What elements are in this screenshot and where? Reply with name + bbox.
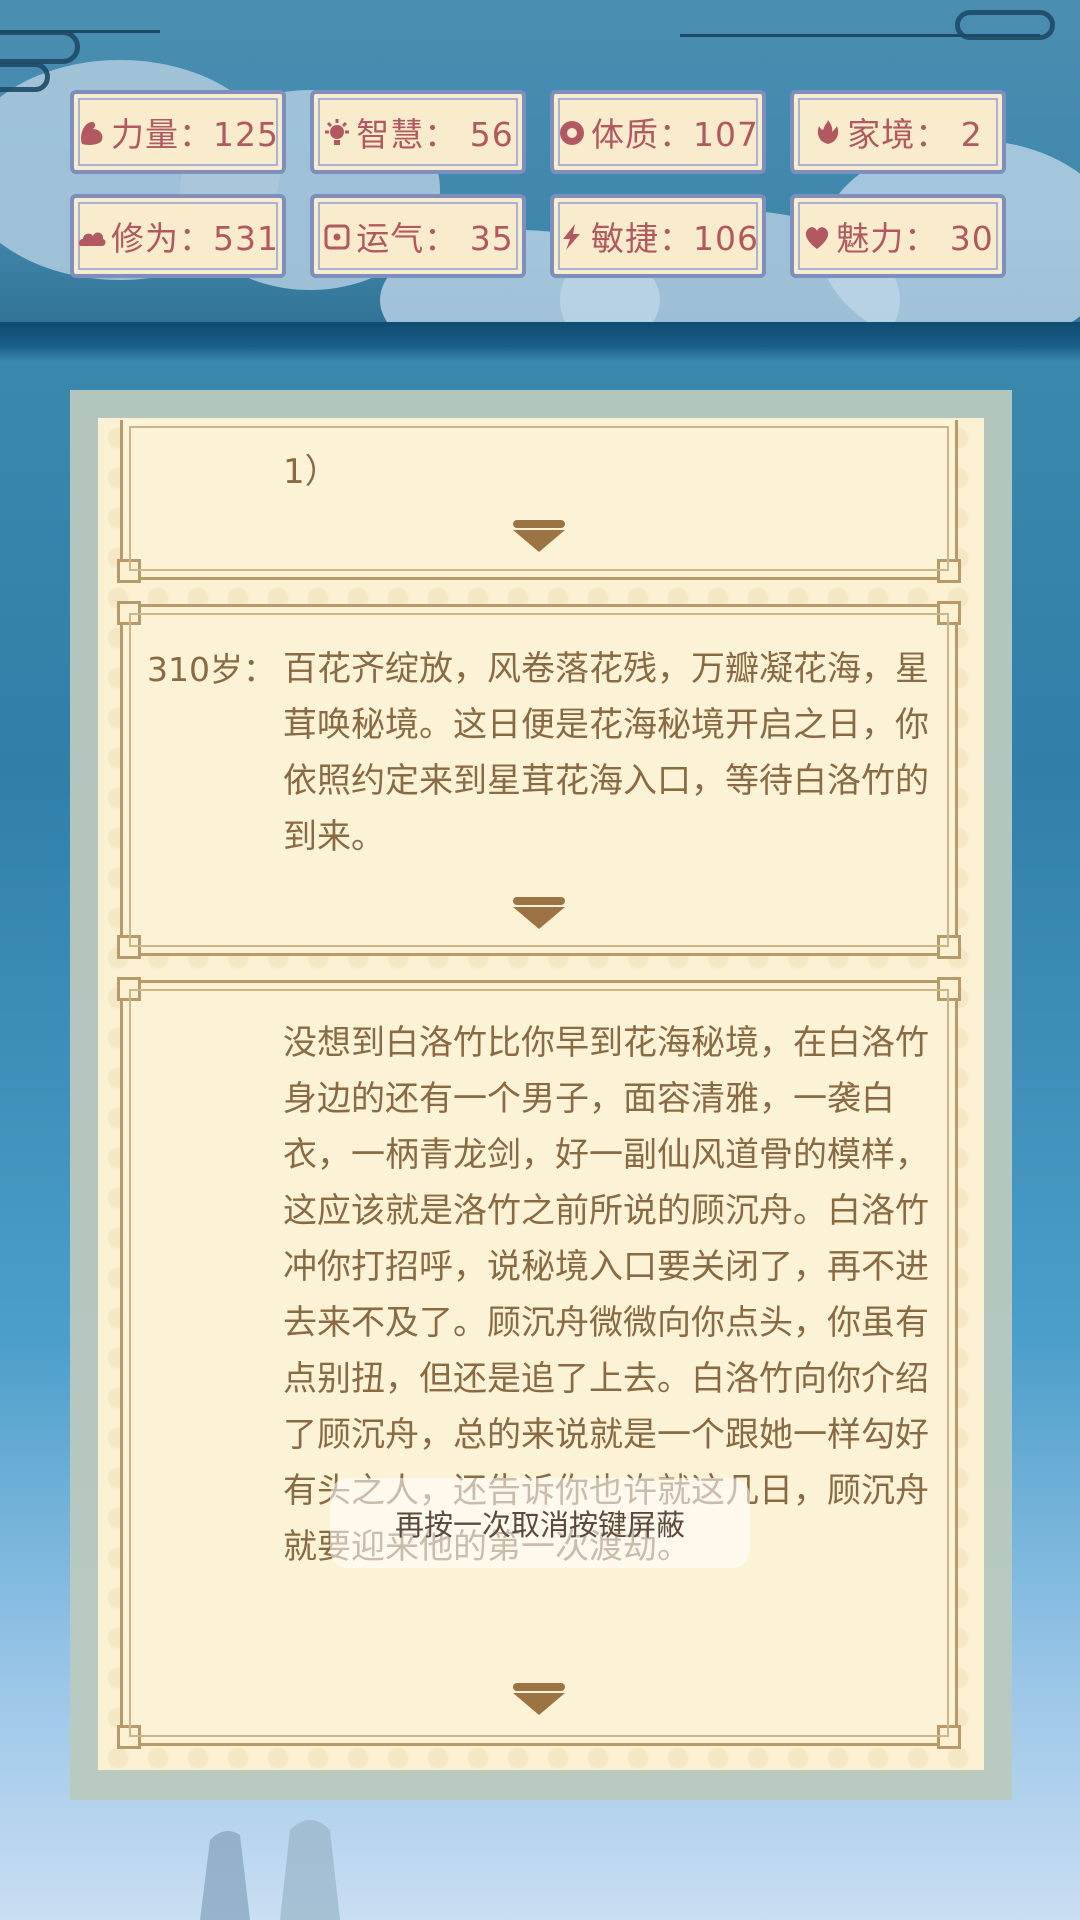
stat-label: 敏捷：106 — [591, 219, 759, 258]
mountain-decoration — [200, 1820, 340, 1920]
stat-luck: 运气： 35 — [310, 194, 526, 278]
event-card[interactable]: 没想到白洛竹比你早到花海秘境，在白洛竹身边的还有一个男子，面容清雅，一袭白衣，一… — [117, 977, 961, 1749]
stat-label: 运气： 35 — [356, 219, 514, 258]
ink-strip — [0, 322, 1080, 362]
stat-agility: 敏捷：106 — [550, 194, 766, 278]
toast-text: 再按一次取消按键屏蔽 — [394, 1508, 685, 1542]
stat-label: 力量：125 — [111, 115, 279, 154]
stat-constitution: 体质：107 — [550, 90, 766, 174]
corner-ornament — [937, 1725, 961, 1749]
corner-ornament — [117, 1725, 141, 1749]
stat-family: 家境： 2 — [790, 90, 1006, 174]
strength-icon — [77, 117, 107, 147]
swirl-decoration — [0, 62, 50, 92]
stat-cultivation: 修为：531 — [70, 194, 286, 278]
corner-ornament — [937, 935, 961, 959]
corner-ornament — [117, 559, 141, 583]
event-card[interactable]: 1） — [117, 420, 961, 583]
toast-message: 再按一次取消按键屏蔽 — [330, 1478, 750, 1568]
event-card[interactable]: 310岁： 百花齐绽放，风卷落花残，万瓣凝花海，星茸唤秘境。这日便是花海秘境开启… — [117, 601, 961, 959]
corner-ornament — [117, 977, 141, 1001]
wisdom-icon — [322, 117, 352, 147]
family-icon — [813, 117, 843, 147]
stat-label: 智慧： 56 — [356, 115, 514, 154]
stat-wisdom: 智慧： 56 — [310, 90, 526, 174]
cultivation-icon — [77, 221, 107, 251]
corner-ornament — [937, 601, 961, 625]
expand-arrow-icon[interactable] — [513, 897, 565, 929]
swirl-decoration — [0, 30, 80, 64]
stat-label: 修为：531 — [111, 219, 279, 258]
corner-ornament — [117, 601, 141, 625]
constitution-icon — [557, 117, 587, 147]
event-age: 310岁： — [147, 650, 276, 689]
luck-icon — [322, 221, 352, 251]
expand-arrow-icon[interactable] — [513, 520, 565, 552]
event-text: 1） — [283, 452, 339, 492]
line-decoration — [0, 30, 160, 33]
stat-charm: 魅力： 30 — [790, 194, 1006, 278]
corner-ornament — [937, 559, 961, 583]
stat-label: 体质：107 — [591, 115, 759, 154]
line-decoration — [680, 34, 1040, 37]
corner-ornament — [937, 977, 961, 1001]
charm-icon — [802, 221, 832, 251]
corner-ornament — [117, 935, 141, 959]
expand-arrow-icon[interactable] — [513, 1683, 565, 1715]
stat-label: 家境： 2 — [847, 115, 983, 154]
stat-strength: 力量：125 — [70, 90, 286, 174]
stat-label: 魅力： 30 — [836, 219, 994, 258]
agility-icon — [557, 221, 587, 251]
event-text: 百花齐绽放，风卷落花残，万瓣凝花海，星茸唤秘境。这日便是花海秘境开启之日，你依照… — [283, 649, 929, 857]
